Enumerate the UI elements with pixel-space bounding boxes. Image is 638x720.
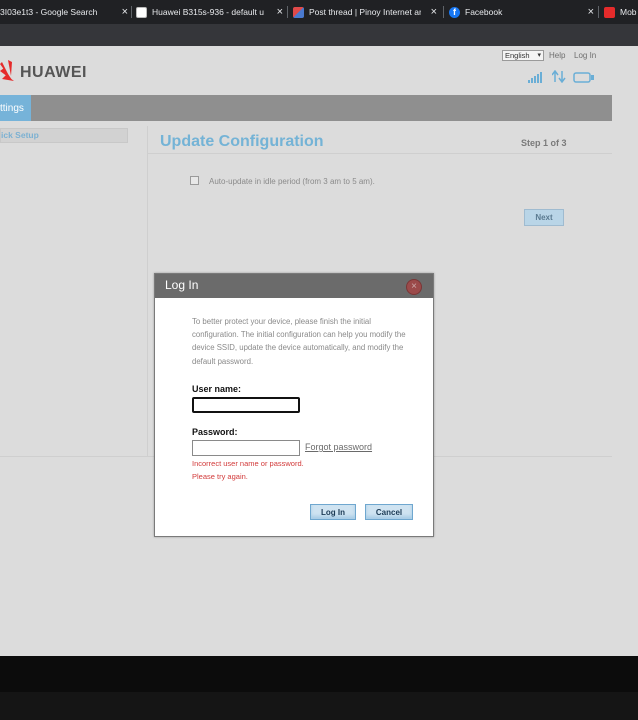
next-button[interactable]: Next [524,209,564,226]
facebook-icon: f [449,6,460,18]
browser-tab[interactable]: Huawei B315s-936 - default use × [136,0,283,24]
sidebar-item-label: ick Setup [1,130,39,140]
language-select[interactable]: English ▾ [502,50,544,61]
browser-tab[interactable]: Post thread | Pinoy Internet and × [293,0,437,24]
page-title: Update Configuration [160,133,324,150]
huawei-logo-icon [0,58,18,84]
error-message: Please try again. [192,472,248,481]
dialog-intro-text: To better protect your device, please fi… [192,317,406,366]
auto-update-label: Auto-update in idle period (from 3 am to… [209,177,375,186]
language-value: English [505,51,530,60]
divider [148,153,612,154]
close-icon[interactable]: × [122,6,128,18]
signal-icon [528,70,545,88]
close-icon[interactable]: × [588,6,594,18]
sidebar-item-quick-setup[interactable]: ick Setup [0,128,128,143]
tab-title: Facebook [465,7,503,17]
forum-icon [293,6,304,18]
divider [147,126,148,456]
close-icon[interactable]: × [277,6,283,18]
chevron-down-icon: ▾ [537,52,541,59]
close-icon[interactable]: × [406,279,422,295]
tab-title: Huawei B315s-936 - default use [152,7,264,17]
login-link[interactable]: Log In [574,51,596,60]
forgot-password-link[interactable]: Forgot password [305,442,372,452]
login-dialog: Log In × To better protect your device, … [154,273,434,537]
tab-settings[interactable]: ttings [0,95,31,121]
network-device-icon [573,71,595,89]
step-indicator: Step 1 of 3 [521,138,567,148]
main-nav-bar [0,95,612,121]
browser-tab-bar: 3I03e1t3 - Google Search × Huawei B315s-… [0,0,638,24]
dialog-title: Log In [155,274,433,298]
tab-title: Mob [620,7,637,17]
password-label: Password: [192,427,238,437]
help-link[interactable]: Help [549,51,565,60]
browser-toolbar [0,24,638,46]
tab-title: Post thread | Pinoy Internet and [309,7,421,17]
taskbar [0,692,638,720]
browser-tab[interactable]: 3I03e1t3 - Google Search × [0,0,128,24]
browser-tab[interactable]: Mob [604,0,638,24]
cancel-button[interactable]: Cancel [365,504,413,520]
password-field[interactable] [192,440,300,456]
data-transfer-icon [551,69,566,88]
username-field[interactable] [192,397,300,413]
tab-title: 3I03e1t3 - Google Search [0,7,98,17]
browser-tab[interactable]: f Facebook × [449,0,594,24]
username-label: User name: [192,384,242,394]
huawei-icon [604,6,615,18]
auto-update-checkbox[interactable] [190,176,199,185]
page-icon [136,6,147,18]
error-message: Incorrect user name or password. [192,459,304,468]
brand-name: HUAWEI [20,64,87,81]
login-button[interactable]: Log In [310,504,356,520]
close-icon[interactable]: × [431,6,437,18]
tab-settings-label: ttings [0,102,24,114]
